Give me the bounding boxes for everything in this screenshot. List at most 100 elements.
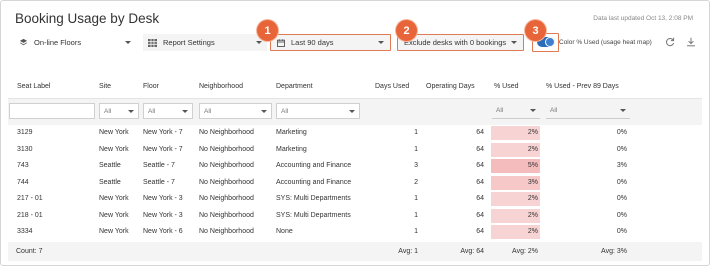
layers-icon — [19, 38, 28, 46]
footer-avg-days-used: Avg: 1 — [398, 248, 418, 255]
footer-avg-operating-days: Avg: 64 — [460, 248, 484, 255]
chevron-down-icon — [261, 109, 267, 113]
cell-neighborhood: No Neighborhood — [199, 211, 254, 219]
floor-filter-value: All — [148, 107, 156, 115]
table-row[interactable]: 3129 New York New York - 7 No Neighborho… — [1, 125, 709, 142]
cell-floor: New York - 3 — [143, 211, 183, 219]
cell-pct-prev: 3% — [616, 162, 627, 169]
cell-neighborhood: No Neighborhood — [199, 145, 254, 153]
data-updated-text: Data last updated Oct 13, 2:08 PM — [593, 15, 693, 22]
cell-days-used: 1 — [414, 195, 418, 202]
cell-neighborhood: No Neighborhood — [199, 195, 254, 202]
pct-prev-filter-value: All — [550, 107, 558, 114]
refresh-icon — [666, 37, 675, 47]
col-department[interactable]: Department — [276, 83, 313, 90]
table-header: Seat Label Site Floor Neighborhood Depar… — [1, 83, 709, 93]
cell-days-used: 1 — [414, 145, 418, 153]
col-operating-days[interactable]: Operating Days — [426, 83, 475, 90]
cell-operating-days: 64 — [476, 211, 484, 219]
cell-department: SYS: Multi Departments — [276, 195, 351, 202]
cell-neighborhood: No Neighborhood — [199, 162, 254, 169]
chevron-down-icon — [620, 109, 626, 112]
report-settings-dropdown[interactable]: Report Settings — [143, 34, 267, 51]
heatmap-toggle-label: Color % Used (usage heat map) — [559, 39, 652, 46]
site-filter-select[interactable]: All — [99, 103, 139, 119]
download-icon — [687, 37, 695, 47]
pct-prev-filter-select[interactable]: All — [546, 103, 630, 119]
cell-operating-days: 64 — [476, 228, 484, 235]
cell-department: None — [276, 228, 293, 235]
chevron-down-icon — [511, 41, 517, 44]
col-seat-label[interactable]: Seat Label — [17, 83, 50, 90]
footer-count: Count: 7 — [16, 248, 43, 255]
table-row[interactable]: 743 Seattle Seattle - 7 No Neighborhood … — [1, 158, 709, 175]
cell-neighborhood: No Neighborhood — [199, 178, 254, 186]
refresh-button[interactable] — [664, 36, 676, 48]
callout-badge-3: 3 — [525, 20, 546, 41]
cell-floor: New York - 3 — [143, 195, 183, 202]
cell-operating-days: 64 — [476, 129, 484, 136]
site-filter-value: All — [104, 107, 112, 115]
cell-seat: 3130 — [17, 145, 33, 153]
cell-seat: 743 — [17, 162, 29, 169]
pct-used-filter-value: All — [496, 107, 504, 114]
floors-dropdown[interactable]: On-line Floors — [15, 34, 135, 51]
seat-filter-input[interactable] — [9, 103, 95, 119]
callout-badge-1: 1 — [257, 20, 278, 41]
filter-row: All All All All All All — [8, 99, 702, 125]
cell-pct-prev: 0% — [616, 178, 627, 186]
cell-operating-days: 64 — [476, 178, 484, 186]
date-range-dropdown[interactable]: Last 90 days — [270, 34, 391, 51]
cell-pct-used: 5% — [527, 162, 538, 169]
cell-pct-prev: 0% — [616, 228, 627, 235]
col-pct-prev[interactable]: % Used - Prev 89 Days — [546, 83, 619, 90]
footer-avg-pct-prev: Avg: 3% — [601, 248, 627, 255]
department-filter-select[interactable]: All — [276, 103, 360, 119]
cell-pct-used: 2% — [527, 211, 538, 219]
cell-seat: 217 - 01 — [17, 195, 43, 202]
col-days-used[interactable]: Days Used — [375, 83, 409, 90]
cell-site: New York — [99, 211, 129, 219]
cell-site: New York — [99, 129, 129, 136]
table-row[interactable]: 3334 New York New York - 6 No Neighborho… — [1, 224, 709, 241]
download-button[interactable] — [685, 36, 697, 48]
col-neighborhood[interactable]: Neighborhood — [199, 83, 243, 90]
chevron-down-icon — [378, 41, 384, 44]
col-site[interactable]: Site — [99, 83, 111, 90]
toggle-knob — [545, 37, 555, 47]
cell-seat: 744 — [17, 178, 29, 186]
cell-pct-used: 2% — [527, 228, 538, 235]
cell-department: Marketing — [276, 129, 307, 136]
footer-avg-pct-used: Avg: 2% — [512, 248, 538, 255]
cell-site: New York — [99, 145, 129, 153]
chevron-down-icon — [182, 109, 188, 113]
cell-days-used: 3 — [414, 162, 418, 169]
department-filter-value: All — [281, 107, 289, 115]
cell-floor: Seattle - 7 — [143, 178, 175, 186]
cell-site: New York — [99, 228, 129, 235]
cell-operating-days: 64 — [476, 145, 484, 153]
cell-seat: 218 - 01 — [17, 211, 43, 219]
cell-neighborhood: No Neighborhood — [199, 129, 254, 136]
date-range-label: Last 90 days — [291, 38, 334, 47]
table-row[interactable]: 217 - 01 New York New York - 3 No Neighb… — [1, 191, 709, 208]
desk-filter-label: Exclude desks with 0 bookings — [404, 38, 507, 47]
cell-seat: 3129 — [17, 129, 33, 136]
cell-operating-days: 64 — [476, 195, 484, 202]
chevron-down-icon — [530, 109, 536, 112]
table-row[interactable]: 218 - 01 New York New York - 3 No Neighb… — [1, 208, 709, 225]
cell-operating-days: 64 — [476, 162, 484, 169]
table-row[interactable]: 3130 New York New York - 7 No Neighborho… — [1, 142, 709, 159]
table-row[interactable]: 744 Seattle Seattle - 7 No Neighborhood … — [1, 175, 709, 192]
cell-department: SYS: Multi Departments — [276, 211, 351, 219]
floor-filter-select[interactable]: All — [143, 103, 193, 119]
col-floor[interactable]: Floor — [143, 83, 159, 90]
cell-pct-used: 2% — [527, 145, 538, 153]
pct-used-filter-select[interactable]: All — [492, 103, 540, 119]
desk-filter-dropdown[interactable]: Exclude desks with 0 bookings — [397, 34, 524, 51]
report-settings-label: Report Settings — [163, 38, 215, 47]
chevron-down-icon — [128, 109, 134, 113]
cell-floor: New York - 6 — [143, 228, 183, 235]
col-pct-used[interactable]: % Used — [494, 83, 519, 90]
neighborhood-filter-select[interactable]: All — [199, 103, 272, 119]
